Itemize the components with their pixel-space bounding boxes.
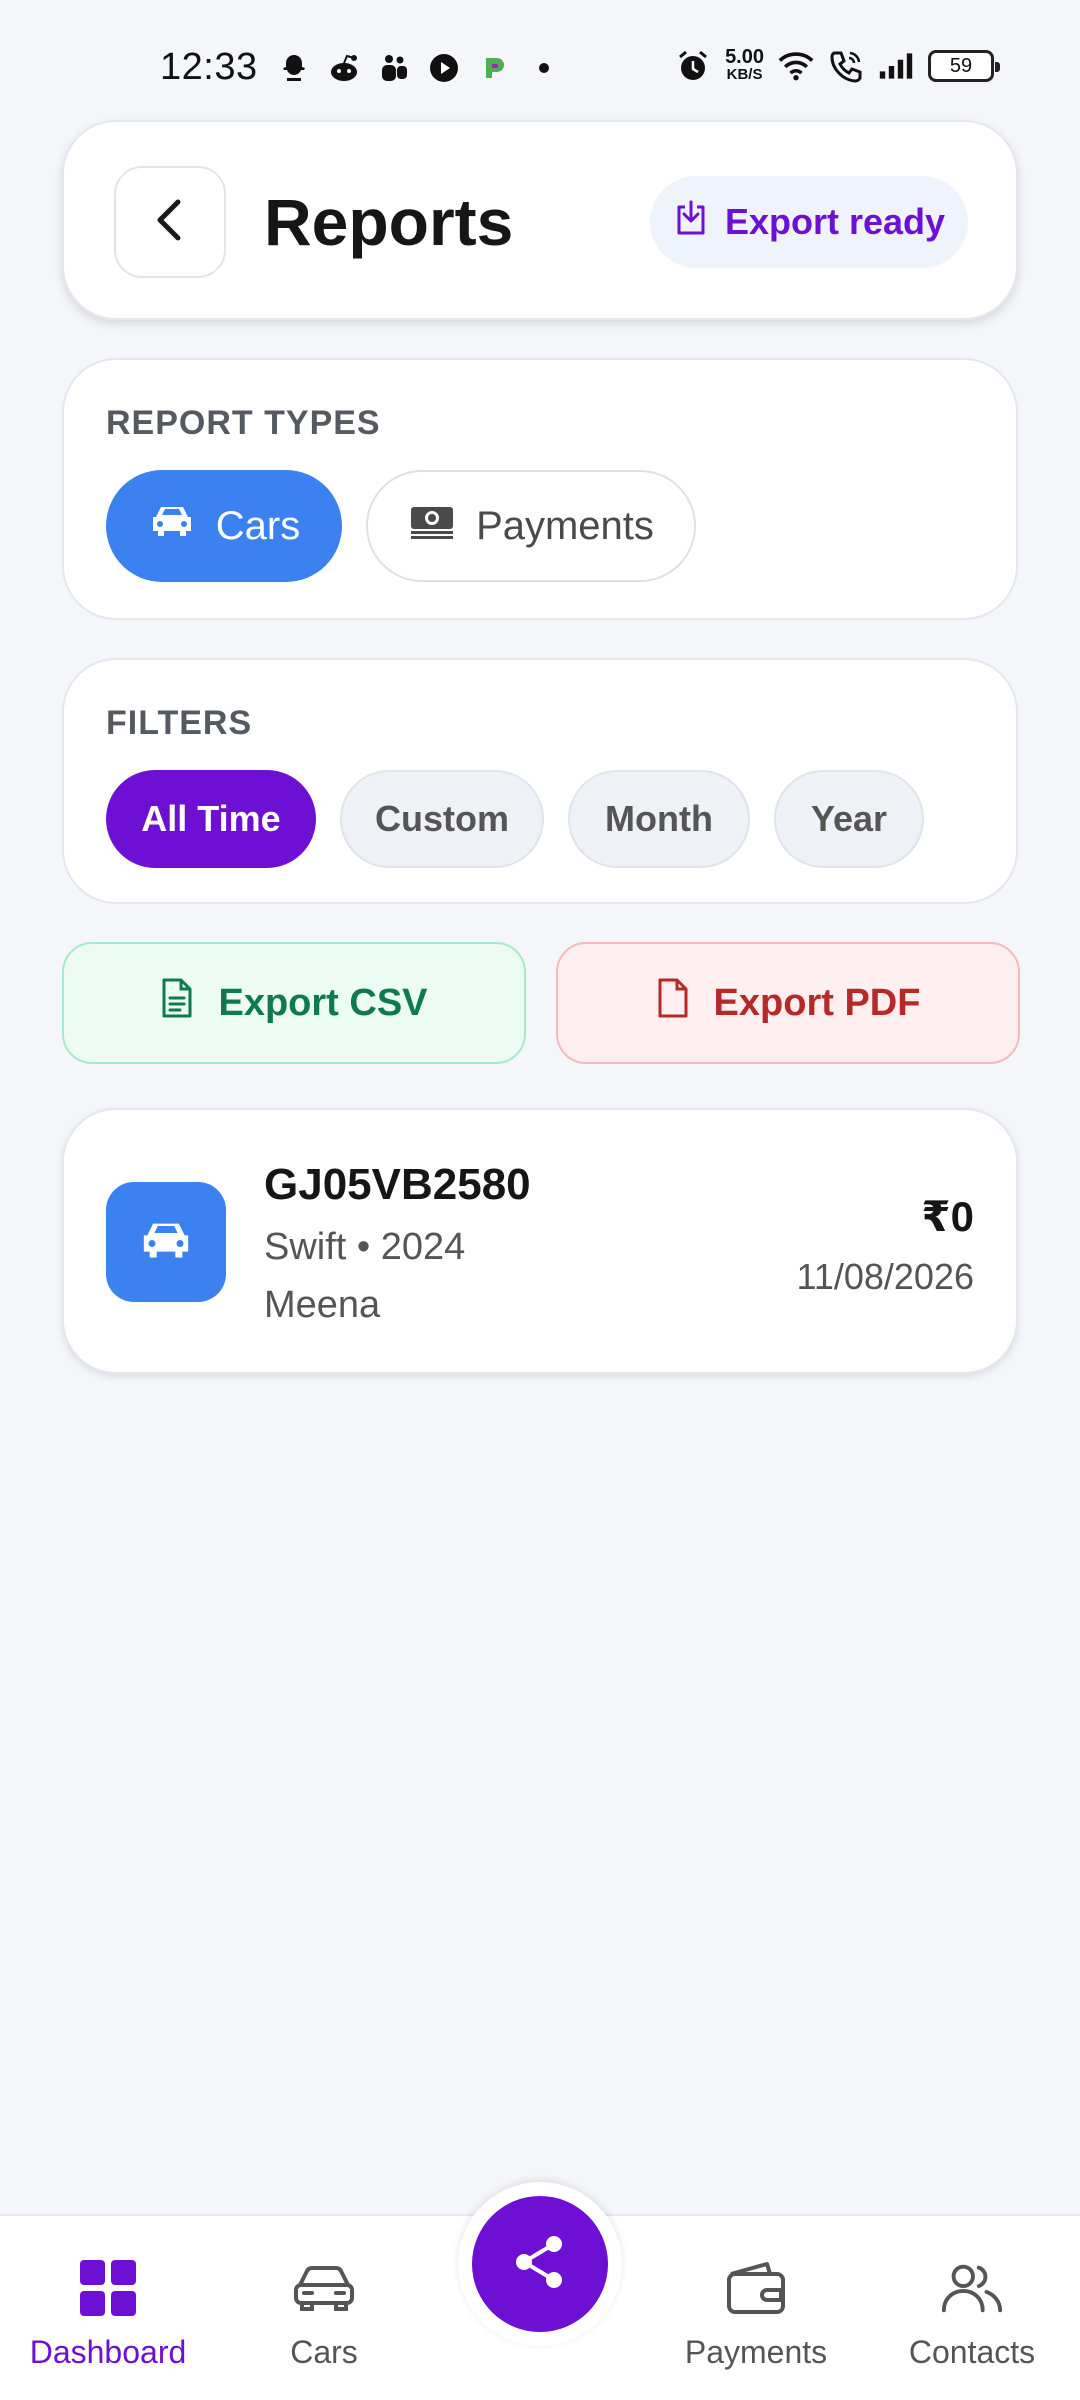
filter-chips: All Time Custom Month Year [106, 770, 924, 868]
back-button[interactable] [114, 166, 226, 278]
record-plate: GJ05VB2580 [264, 1160, 531, 1209]
export-pdf-label: Export PDF [713, 981, 921, 1024]
nav-payments-label: Payments [684, 2334, 828, 2370]
status-time: 12:33 [160, 46, 258, 88]
report-type-payments[interactable]: Payments [366, 470, 696, 582]
net-speed-value: 5.00 [725, 46, 764, 68]
header-card: Reports Export ready [62, 120, 1018, 320]
filter-all-time[interactable]: All Time [106, 770, 316, 868]
dashboard-icon [76, 2256, 140, 2320]
snapchat-icon [276, 50, 312, 86]
call-icon [828, 48, 864, 84]
document-icon [160, 977, 194, 1029]
system-icons: 5.00 KB/S 59 [675, 46, 1000, 84]
share-button[interactable] [472, 2196, 608, 2332]
record-amount: ₹0 [921, 1193, 974, 1240]
report-types-card: REPORT TYPES Cars Payments [62, 358, 1018, 620]
record-date: 11/08/2026 [796, 1256, 974, 1297]
page-title: Reports [264, 185, 514, 259]
filter-month[interactable]: Month [568, 770, 750, 868]
nav-dashboard[interactable]: Dashboard [8, 2256, 208, 2371]
export-csv-label: Export CSV [218, 981, 428, 1024]
car-icon [292, 2256, 356, 2320]
export-ready-badge[interactable]: Export ready [650, 176, 968, 268]
status-bar: 12:33 5.00 KB/S 59 [0, 0, 1080, 140]
battery-icon: 59 [928, 50, 1000, 82]
nav-cars[interactable]: Cars [224, 2256, 424, 2371]
youtube-icon [426, 50, 462, 86]
export-pdf-button[interactable]: Export PDF [556, 942, 1020, 1064]
download-icon [673, 199, 709, 246]
record-car-avatar [106, 1182, 226, 1302]
report-type-cars-label: Cars [215, 503, 301, 548]
list-item[interactable]: GJ05VB2580 Swift • 2024 Meena ₹0 11/08/2… [62, 1108, 1018, 1374]
nav-dashboard-label: Dashboard [29, 2334, 187, 2370]
record-model: Swift • 2024 [264, 1226, 466, 1268]
notification-icons [276, 50, 562, 86]
report-type-cars[interactable]: Cars [106, 470, 342, 582]
nav-contacts-label: Contacts [908, 2334, 1036, 2370]
file-icon [656, 977, 690, 1029]
contacts-icon [940, 2256, 1004, 2320]
teams-icon [376, 50, 412, 86]
report-type-chips: Cars Payments [106, 470, 696, 582]
filter-year[interactable]: Year [774, 770, 924, 868]
filter-custom[interactable]: Custom [340, 770, 544, 868]
dot-icon [526, 50, 562, 86]
car-icon [138, 1219, 194, 1266]
record-owner: Meena [264, 1284, 381, 1326]
wallet-icon [724, 2256, 788, 2320]
chevron-left-icon [150, 196, 190, 249]
share-icon [508, 2230, 572, 2299]
signal-icon [878, 48, 914, 84]
wifi-icon [778, 48, 814, 84]
network-speed: 5.00 KB/S [725, 46, 764, 84]
car-icon [148, 503, 196, 549]
nav-cars-label: Cars [290, 2334, 358, 2370]
nav-payments[interactable]: Payments [656, 2256, 856, 2371]
net-speed-unit: KB/S [726, 66, 763, 83]
money-icon [408, 501, 456, 551]
export-ready-label: Export ready [724, 201, 946, 242]
reddit-icon [326, 50, 362, 86]
filters-card: FILTERS All Time Custom Month Year [62, 658, 1018, 904]
nav-contacts[interactable]: Contacts [872, 2256, 1072, 2371]
alarm-icon [675, 48, 711, 84]
app-icon [476, 50, 512, 86]
report-types-label: REPORT TYPES [106, 404, 381, 442]
filters-label: FILTERS [106, 704, 253, 742]
export-csv-button[interactable]: Export CSV [62, 942, 526, 1064]
report-type-payments-label: Payments [476, 503, 654, 548]
